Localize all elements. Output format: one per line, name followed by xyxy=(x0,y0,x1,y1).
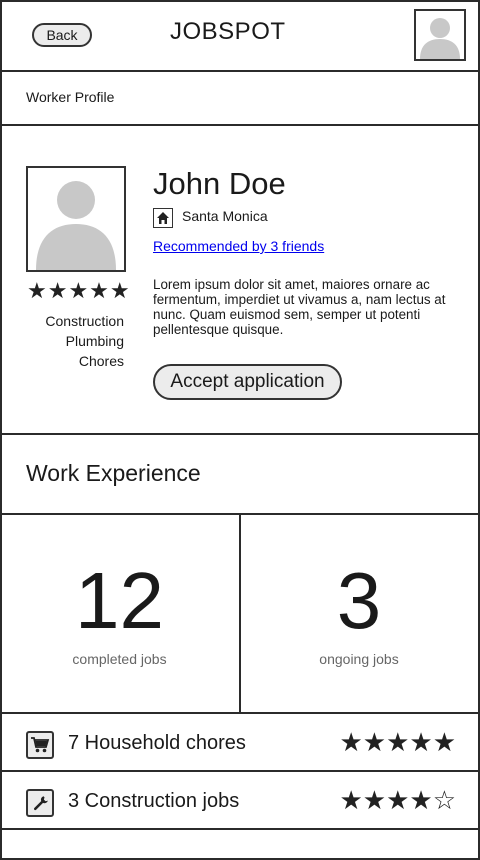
stat-label: ongoing jobs xyxy=(319,651,399,667)
list-item-construction-jobs[interactable]: 3 Construction jobs ★★★★☆ xyxy=(0,772,480,830)
app-title: JOBSPOT xyxy=(170,18,286,45)
work-experience-header: Work Experience xyxy=(0,435,480,515)
skill-label: Plumbing xyxy=(65,333,124,349)
category-label: 3 Construction jobs xyxy=(68,790,240,812)
skill-label: Chores xyxy=(78,353,124,369)
header-bar: Back JOBSPOT xyxy=(0,0,480,72)
recommended-link[interactable]: Recommended by 3 friends xyxy=(153,238,324,254)
list-item-household-chores[interactable]: 7 Household chores ★★★★★ xyxy=(0,714,480,772)
category-rating-stars: ★★★★☆ xyxy=(339,785,456,815)
worker-location: Santa Monica xyxy=(182,208,268,224)
breadcrumb-bar: Worker Profile xyxy=(0,72,480,126)
section-title: Work Experience xyxy=(26,460,201,486)
job-stats: 12 completed jobs 3 ongoing jobs xyxy=(0,515,480,714)
stat-value: 3 xyxy=(336,556,382,645)
category-rating-stars: ★★★★★ xyxy=(339,727,456,757)
back-button[interactable]: Back xyxy=(32,23,92,47)
stat-value: 12 xyxy=(75,556,164,645)
accept-application-button[interactable]: Accept application xyxy=(153,364,342,400)
wrench-icon xyxy=(26,789,54,817)
home-icon xyxy=(153,208,173,228)
skill-label: Construction xyxy=(45,313,124,329)
profile-card: ★★★★★ Construction Plumbing Chores John … xyxy=(0,126,480,435)
user-avatar[interactable] xyxy=(414,9,466,61)
stat-label: completed jobs xyxy=(72,651,167,667)
worker-rating-stars: ★★★★★ xyxy=(27,278,131,303)
worker-bio: Lorem ipsum dolor sit amet, maiores orna… xyxy=(153,277,446,337)
page-title: Worker Profile xyxy=(26,89,115,105)
person-placeholder-icon xyxy=(420,18,460,59)
person-placeholder-icon xyxy=(36,181,116,270)
worker-name: John Doe xyxy=(153,166,286,201)
category-label: 7 Household chores xyxy=(68,732,246,754)
completed-jobs-stat: 12 completed jobs xyxy=(0,515,241,712)
cart-icon xyxy=(26,731,54,759)
ongoing-jobs-stat: 3 ongoing jobs xyxy=(240,515,478,712)
profile-photo xyxy=(26,166,126,272)
